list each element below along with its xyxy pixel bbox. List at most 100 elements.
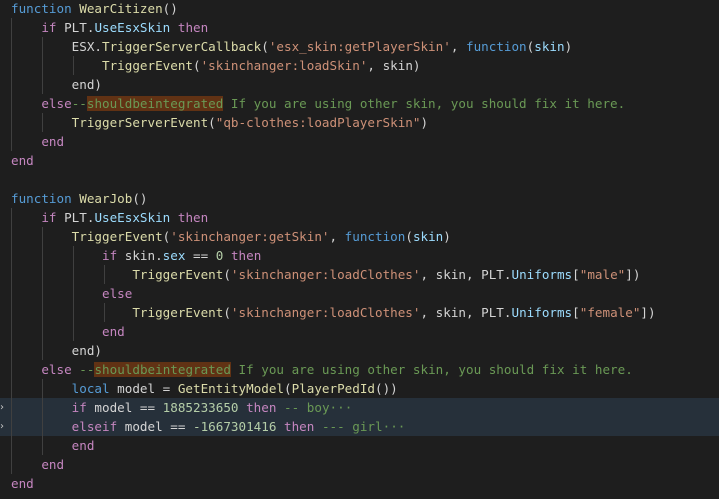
code-token: -- — [79, 362, 95, 377]
code-token: end — [41, 457, 65, 472]
code-line[interactable]: function WearJob() — [0, 189, 719, 208]
code-token: () — [132, 191, 148, 206]
code-line[interactable]: end) — [0, 75, 719, 94]
code-token: , skin, PLT. — [420, 267, 512, 282]
code-token: ( — [261, 39, 269, 54]
code-line[interactable]: if PLT.UseEsxSkin then — [0, 18, 719, 37]
code-line[interactable]: end — [0, 151, 719, 170]
code-line[interactable] — [0, 170, 719, 189]
code-line[interactable]: end — [0, 474, 719, 493]
code-token: PLT. — [56, 210, 95, 225]
code-token: ( — [405, 229, 413, 244]
code-token: TriggerEvent — [132, 267, 224, 282]
code-editor[interactable]: function WearCitizen() if PLT.UseEsxSkin… — [0, 0, 719, 499]
code-line[interactable]: TriggerEvent('skinchanger:loadClothes', … — [0, 265, 719, 284]
code-token: If you are using other skin, you should … — [223, 96, 626, 111]
code-token: ··· — [329, 400, 353, 415]
search-match-highlight: shouldbeintegrated — [86, 96, 224, 111]
code-line[interactable]: end — [0, 436, 719, 455]
code-token: TriggerEvent — [102, 58, 193, 73]
code-token: 'skinchanger:getSkin' — [170, 229, 330, 244]
code-line[interactable]: ESX.TriggerServerCallback('esx_skin:getP… — [0, 37, 719, 56]
code-line[interactable]: else--shouldbeintegrated If you are usin… — [0, 94, 719, 113]
code-token: == — [185, 248, 216, 263]
code-token: TriggerServerEvent — [71, 115, 209, 130]
code-token: () — [162, 1, 178, 16]
fold-chevron-icon[interactable]: › — [0, 398, 8, 417]
code-token: TriggerEvent — [71, 229, 163, 244]
code-text: end — [11, 322, 125, 341]
code-line[interactable]: TriggerServerEvent("qb-clothes:loadPlaye… — [0, 113, 719, 132]
code-token: ESX. — [11, 39, 102, 54]
code-token: UseEsxSkin — [94, 20, 171, 35]
code-token: PlayerPedId — [291, 381, 375, 396]
code-token: function — [11, 1, 72, 16]
code-token: ) — [443, 229, 451, 244]
code-token: PLT. — [56, 20, 95, 35]
code-token: ( — [284, 381, 292, 396]
code-token: ··· — [382, 419, 406, 434]
code-token: then — [284, 419, 315, 434]
code-token: function — [465, 39, 527, 54]
code-token: function — [344, 229, 406, 244]
code-line[interactable]: local model = GetEntityModel(PlayerPedId… — [0, 379, 719, 398]
code-text: end — [11, 132, 64, 151]
code-token: end) — [11, 343, 102, 358]
code-text: TriggerEvent('skinchanger:loadClothes', … — [11, 303, 656, 322]
code-token: , skin) — [367, 58, 421, 73]
code-line[interactable]: else — [0, 284, 719, 303]
code-line[interactable]: TriggerEvent('skinchanger:loadSkin', ski… — [0, 56, 719, 75]
code-token: elseif — [71, 419, 118, 434]
code-token: [ — [572, 305, 580, 320]
code-token: end — [102, 324, 125, 339]
code-token: model = — [109, 381, 178, 396]
code-line[interactable]: if PLT.UseEsxSkin then — [0, 208, 719, 227]
code-token: skin. — [117, 248, 163, 263]
code-line[interactable]: › elseif model == -1667301416 then --- g… — [0, 417, 719, 436]
code-token: sex — [162, 248, 186, 263]
code-line[interactable]: if skin.sex == 0 then — [0, 246, 719, 265]
code-token: then — [246, 400, 277, 415]
code-token: if — [71, 400, 87, 415]
code-text: end) — [11, 75, 102, 94]
code-token: else — [102, 286, 133, 301]
code-line[interactable]: end — [0, 455, 719, 474]
code-text: TriggerEvent('skinchanger:loadSkin', ski… — [11, 56, 420, 75]
code-line[interactable]: end) — [0, 341, 719, 360]
code-line[interactable]: else --shouldbeintegrated If you are usi… — [0, 360, 719, 379]
code-token: ]) — [640, 305, 656, 320]
code-line[interactable]: end — [0, 132, 719, 151]
code-token: end — [71, 438, 95, 453]
code-text: TriggerEvent ( 'skinchanger:getSkin', func… — [11, 227, 451, 246]
code-token: -- boy — [284, 400, 330, 415]
code-token: --- girl — [321, 419, 383, 434]
code-text: end) — [11, 341, 102, 360]
code-token: ( — [223, 267, 231, 282]
code-line[interactable]: end — [0, 322, 719, 341]
code-text: local model = GetEntityModel(PlayerPedId… — [11, 379, 398, 398]
code-token: then — [177, 210, 209, 225]
code-token: 'skinchanger:loadClothes' — [230, 267, 421, 282]
code-text: end — [11, 151, 34, 170]
code-token: ( — [193, 58, 201, 73]
code-line[interactable]: › if model == 1885233650 then -- boy··· — [0, 398, 719, 417]
code-line[interactable]: function WearCitizen() — [0, 0, 719, 18]
code-text: ESX.TriggerServerCallback('esx_skin:getP… — [11, 37, 573, 56]
fold-chevron-icon[interactable]: › — [0, 417, 8, 436]
code-line[interactable]: TriggerEvent('skinchanger:loadClothes', … — [0, 303, 719, 322]
code-token: TriggerServerCallback — [102, 39, 262, 54]
code-line[interactable]: TriggerEvent ( 'skinchanger:getSkin', func… — [0, 227, 719, 246]
code-token: , — [329, 229, 345, 244]
